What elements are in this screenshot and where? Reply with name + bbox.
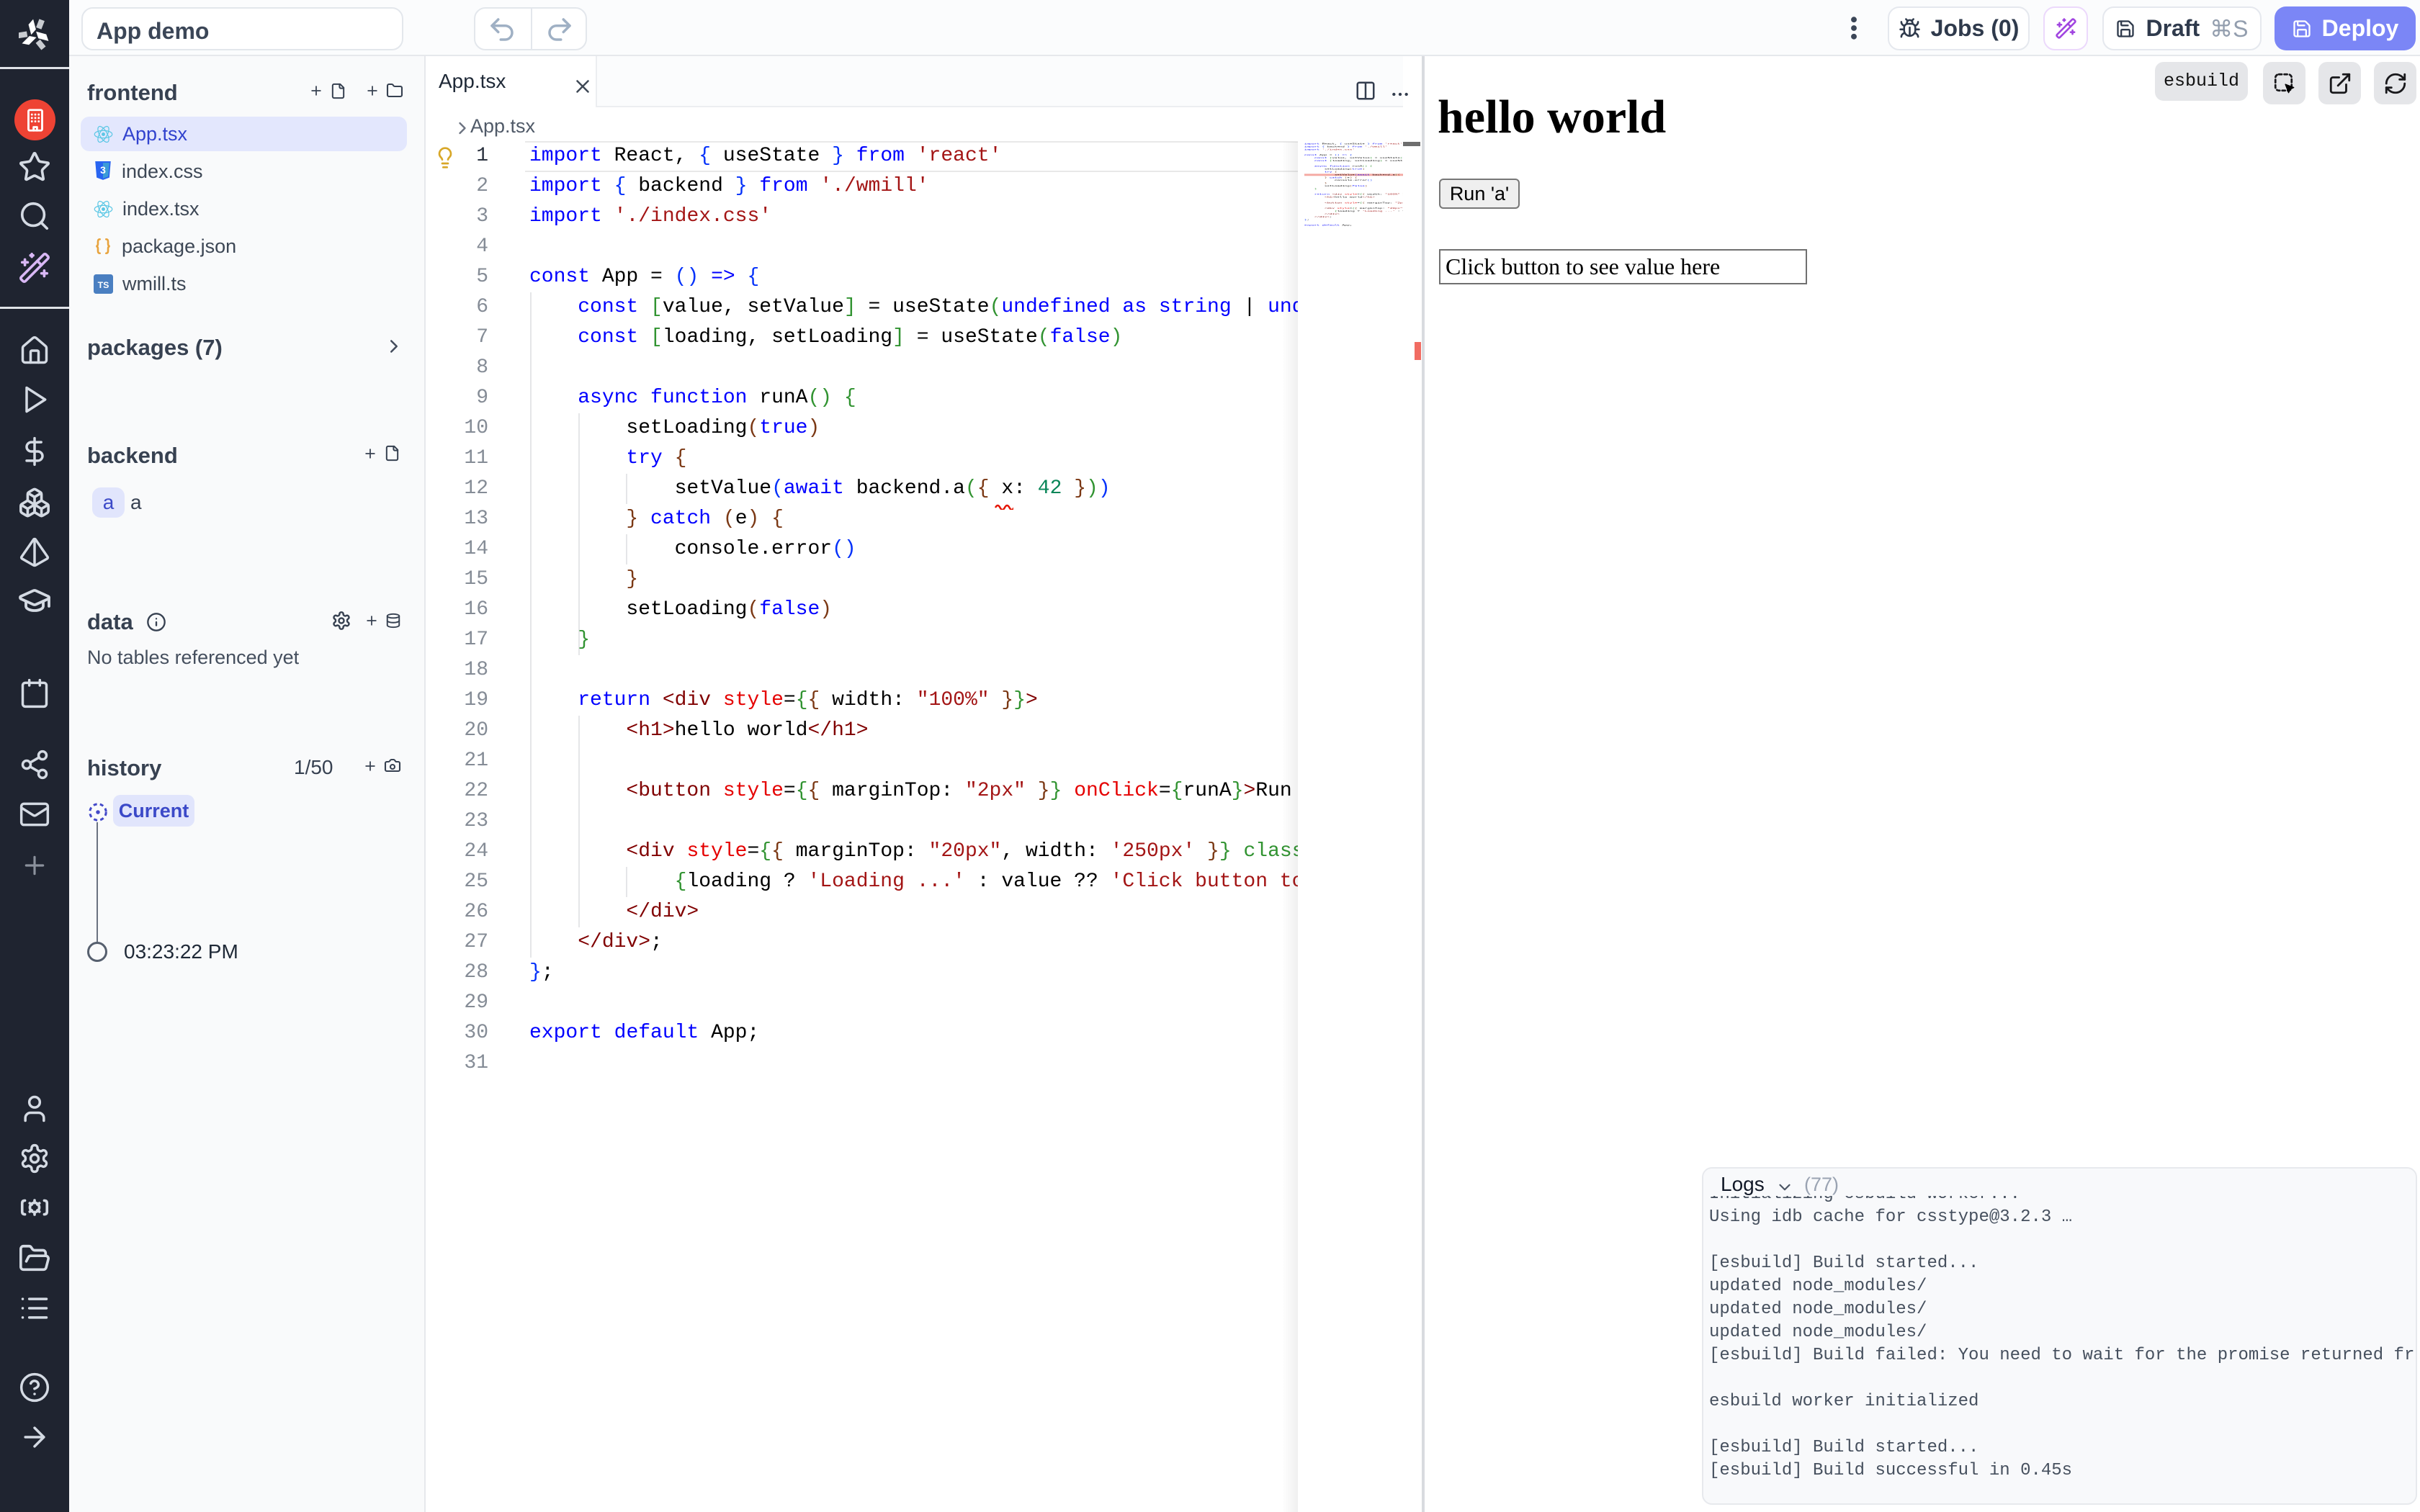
svg-text:TS: TS [98,280,109,290]
svg-text:3: 3 [100,164,106,176]
